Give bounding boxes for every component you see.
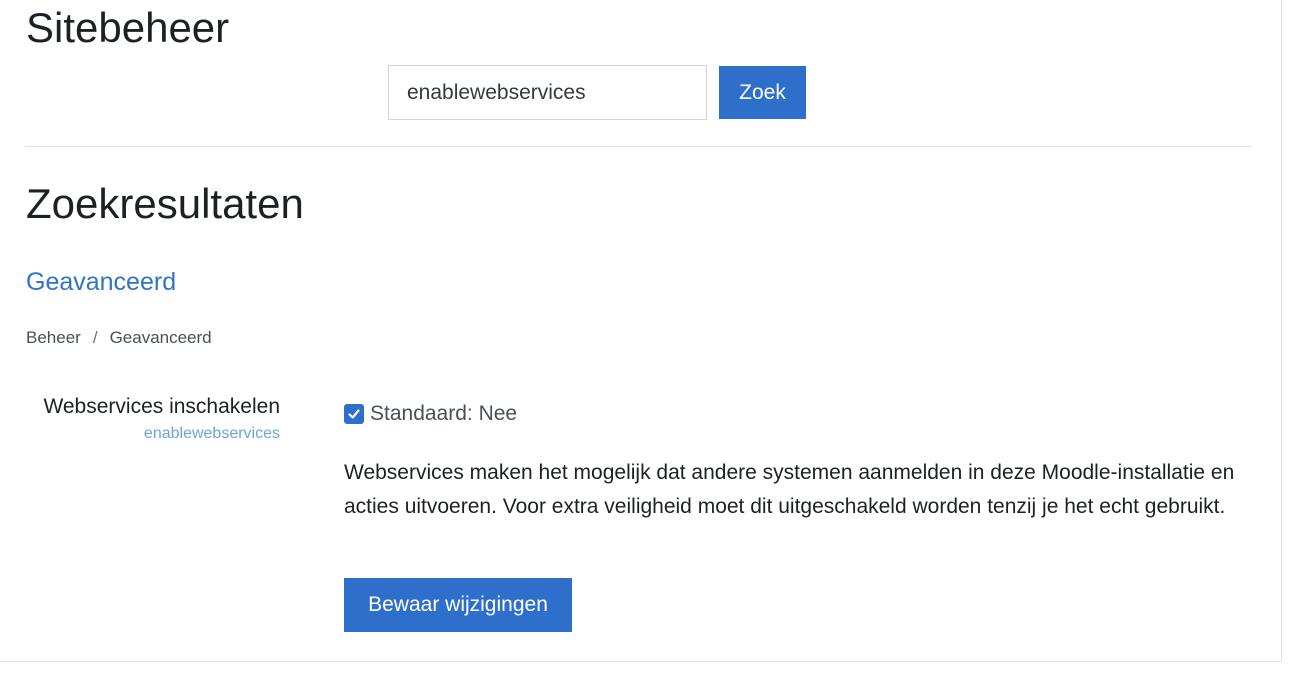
page-frame: Sitebeheer Zoek Zoekresultaten Geavancee… bbox=[0, 0, 1282, 662]
default-value-text: Standaard: Nee bbox=[370, 402, 518, 425]
setting-checkbox[interactable] bbox=[344, 404, 364, 424]
breadcrumb-item-geavanceerd: Geavanceerd bbox=[109, 328, 212, 347]
page-title: Sitebeheer bbox=[26, 4, 230, 51]
results-title: Zoekresultaten bbox=[26, 180, 304, 227]
search-input[interactable] bbox=[388, 65, 707, 120]
setting-checkbox-row[interactable]: Standaard: Nee bbox=[344, 400, 517, 428]
checkmark-icon bbox=[348, 409, 360, 419]
setting-description: Webservices maken het mogelijk dat ander… bbox=[344, 461, 1235, 518]
save-changes-button[interactable]: Bewaar wijzigingen bbox=[344, 578, 572, 632]
divider bbox=[26, 146, 1252, 147]
breadcrumb: Beheer / Geavanceerd bbox=[26, 326, 212, 350]
search-button[interactable]: Zoek bbox=[719, 66, 806, 119]
breadcrumb-separator: / bbox=[92, 328, 98, 347]
setting-key: enablewebservices bbox=[143, 425, 280, 442]
section-link-geavanceerd[interactable]: Geavanceerd bbox=[26, 266, 176, 298]
breadcrumb-item-beheer: Beheer bbox=[26, 328, 81, 347]
setting-name: Webservices inschakelen bbox=[43, 395, 280, 418]
setting-label: Webservices inschakelen enablewebservice… bbox=[43, 393, 280, 445]
